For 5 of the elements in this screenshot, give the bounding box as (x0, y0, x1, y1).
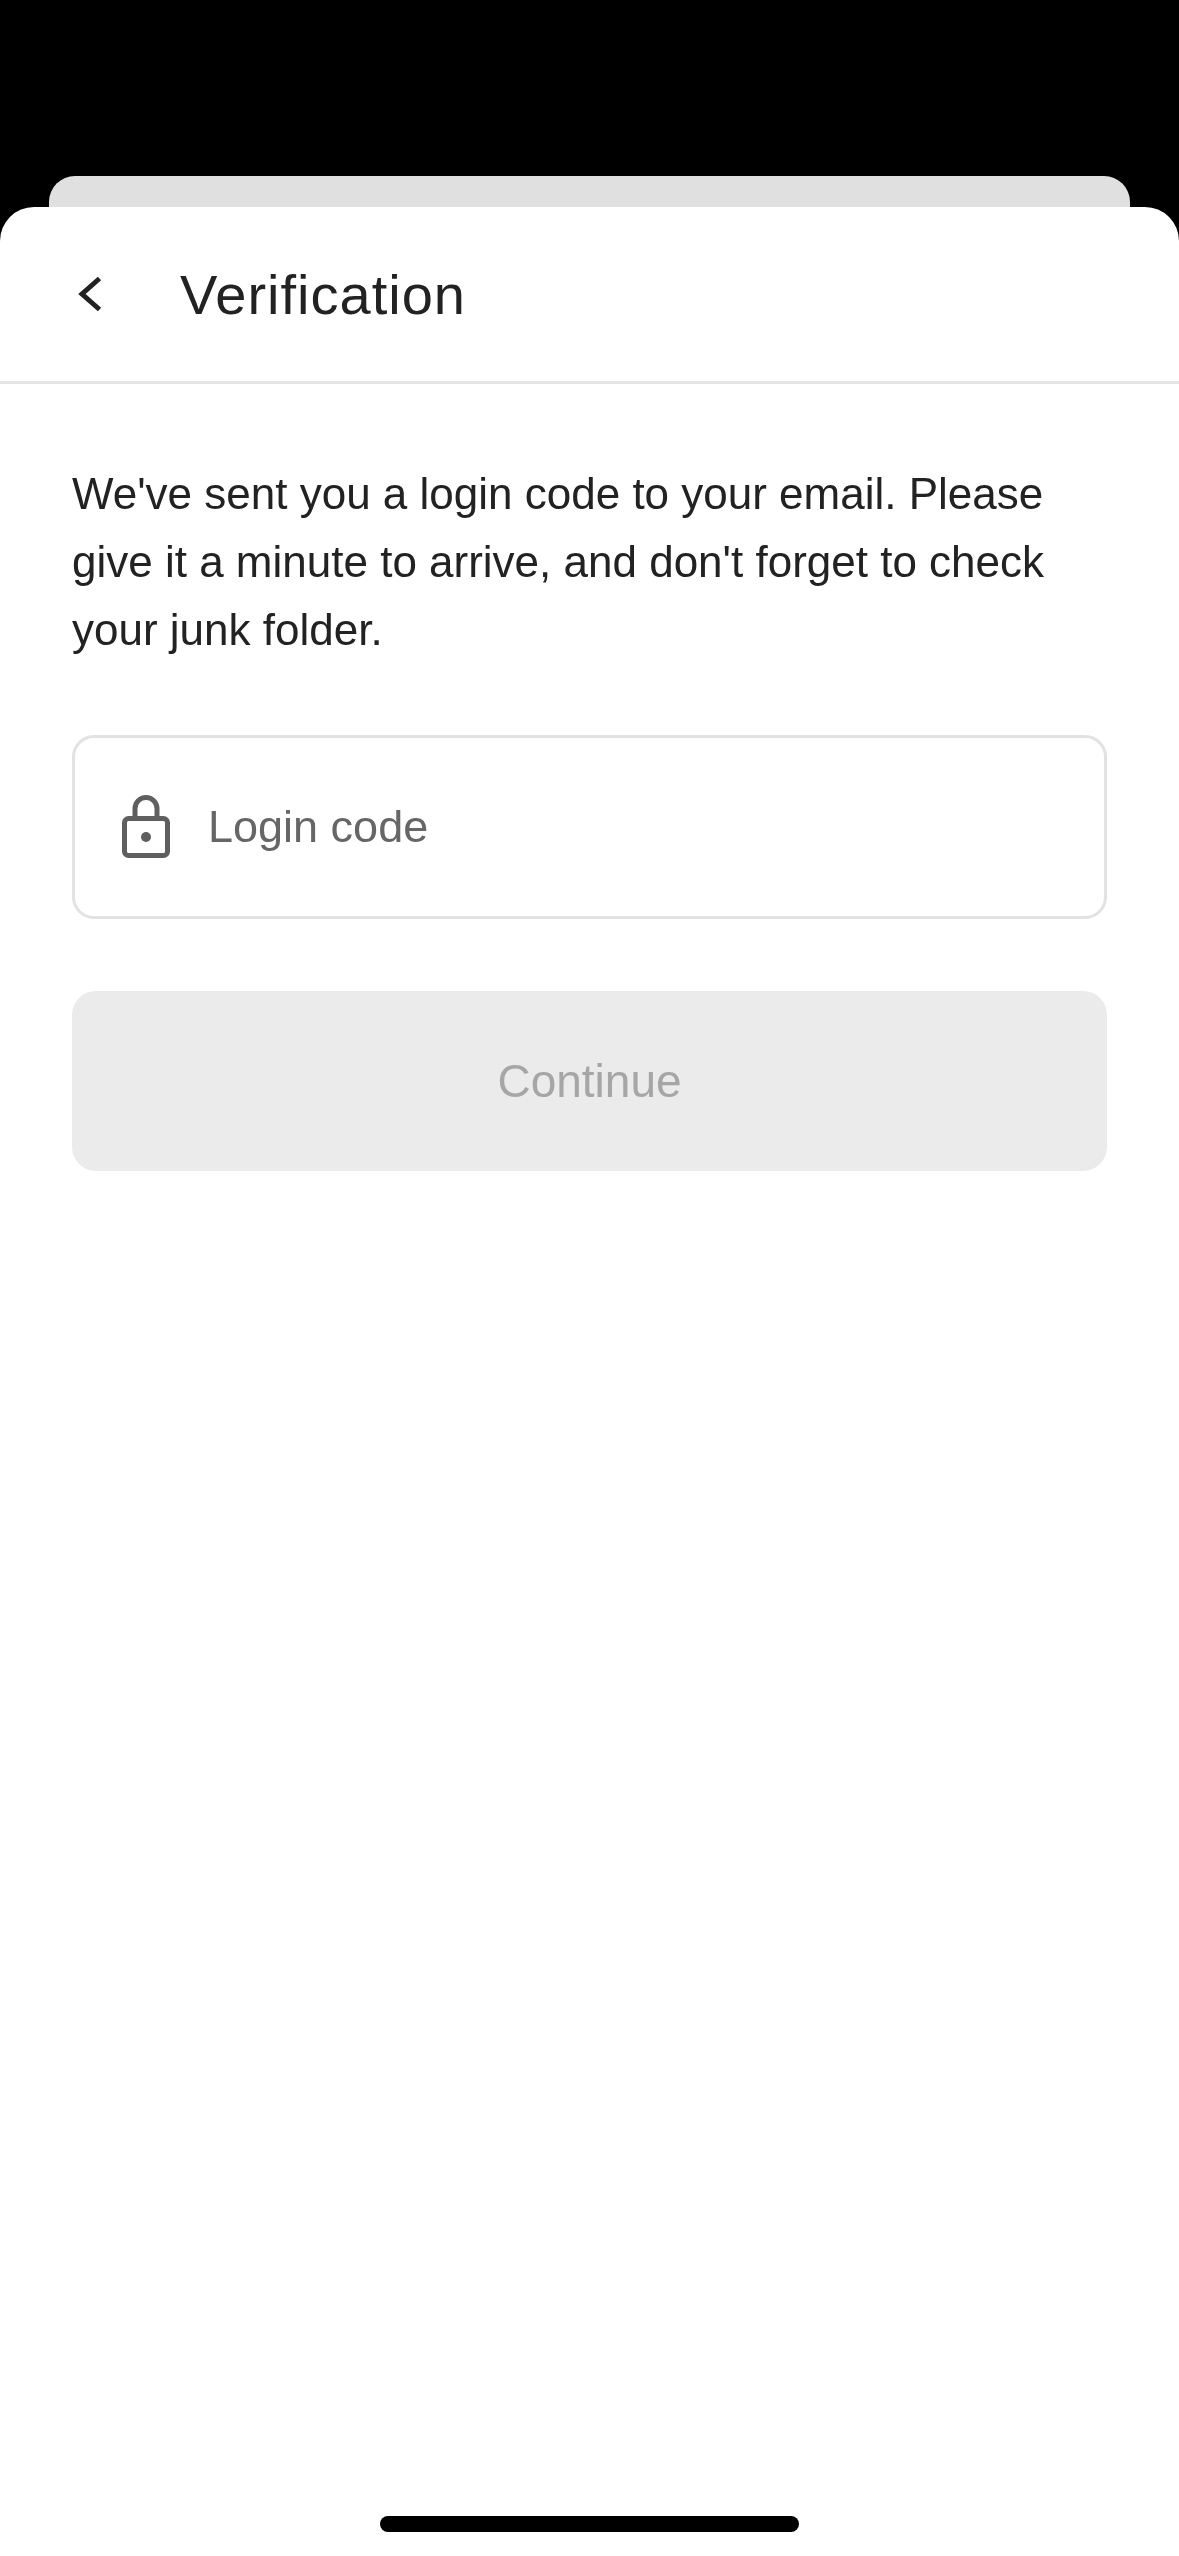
lock-icon (122, 795, 170, 858)
screen-title: Verification (180, 261, 466, 327)
verification-message: We've sent you a login code to your email. Please give it a minute to arrive, and don't forget to check your junk folder. (72, 468, 1046, 656)
login-code-field[interactable]: Login code (72, 735, 1107, 919)
chevron-left-icon (77, 276, 103, 312)
